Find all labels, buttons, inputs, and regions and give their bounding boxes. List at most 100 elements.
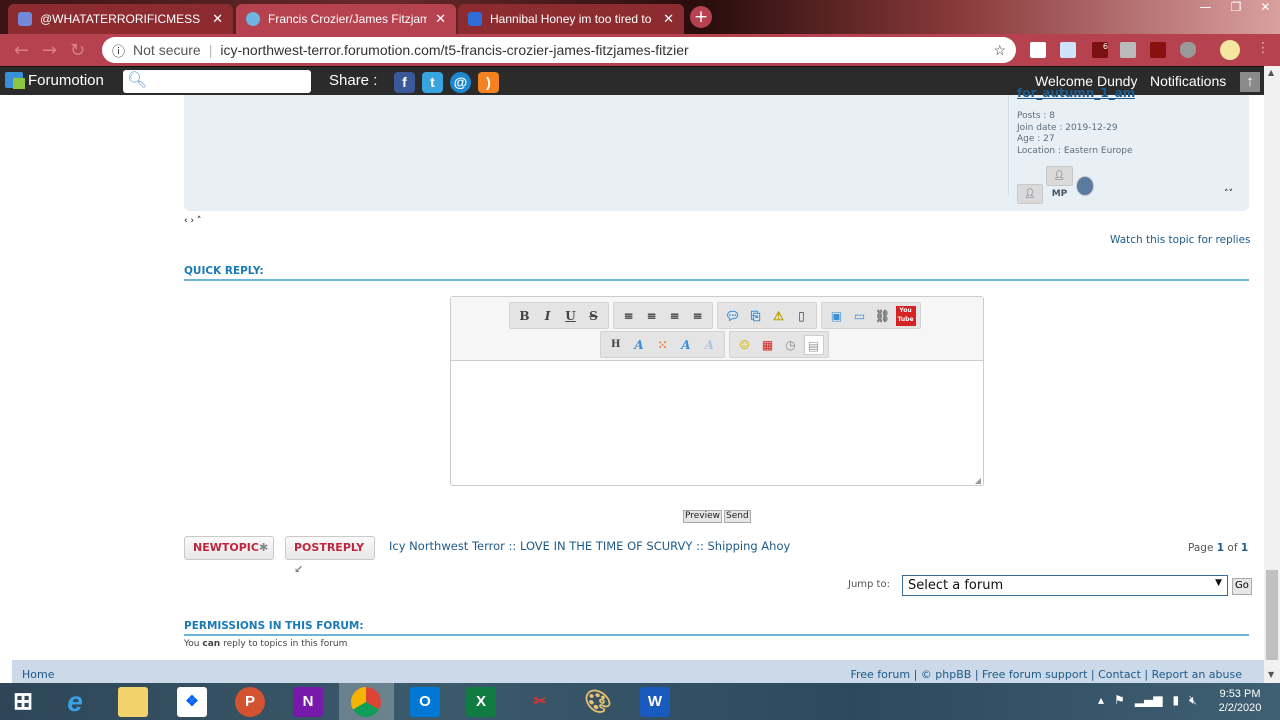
time-icon[interactable]: ◷: [781, 335, 801, 355]
menu-icon[interactable]: ⋮: [1256, 40, 1270, 56]
preview-button[interactable]: Preview: [683, 510, 723, 523]
rss-icon[interactable]: ): [478, 72, 499, 93]
heading-button[interactable]: H: [606, 335, 626, 355]
color-icon[interactable]: ⁙: [652, 335, 672, 355]
scroll-top-icon[interactable]: ↑: [1240, 72, 1260, 92]
paint-icon[interactable]: 🎨︎: [583, 687, 613, 717]
docs-icon[interactable]: [1060, 42, 1076, 58]
breadcrumb-item[interactable]: Icy Northwest Terror: [389, 539, 505, 553]
align-right-icon[interactable]: ≡: [665, 306, 685, 326]
forum-select[interactable]: Select a forum ▼: [902, 575, 1228, 596]
ublock-icon[interactable]: 6: [1092, 42, 1108, 58]
close-window-icon[interactable]: ✕: [1260, 0, 1270, 16]
underline-button[interactable]: U: [561, 306, 581, 326]
shield-icon[interactable]: [1180, 42, 1196, 58]
new-topic-button[interactable]: NEWTOPIC✱: [184, 536, 274, 560]
send-button[interactable]: Send: [724, 510, 751, 523]
new-tab-button[interactable]: +: [690, 6, 712, 28]
twitter-icon[interactable]: t: [422, 72, 443, 93]
tray-overflow-icon[interactable]: ▴: [1098, 693, 1104, 708]
clock[interactable]: 9:53 PM 2/2/2020: [1210, 687, 1270, 715]
welcome-user[interactable]: Welcome Dundy: [1035, 73, 1137, 89]
source-mode-icon[interactable]: ▤: [803, 334, 824, 355]
image-host-icon[interactable]: ▣: [827, 306, 847, 326]
font-icon[interactable]: A: [676, 335, 696, 355]
strikethrough-button[interactable]: S: [584, 306, 604, 326]
contact-link[interactable]: Contact: [1098, 668, 1141, 681]
honey-icon[interactable]: [1120, 42, 1136, 58]
snipping-tool-icon[interactable]: ✂: [525, 687, 555, 717]
bold-button[interactable]: B: [515, 306, 535, 326]
network-icon[interactable]: ▂▄▆: [1135, 693, 1163, 708]
italic-button[interactable]: I: [538, 306, 558, 326]
quote-icon[interactable]: 💬︎: [723, 306, 743, 326]
align-center-icon[interactable]: ≡: [642, 306, 662, 326]
breadcrumb-item[interactable]: Shipping Ahoy: [707, 539, 790, 553]
volume-muted-icon[interactable]: 🔇︎: [1189, 693, 1197, 708]
close-icon[interactable]: ✕: [212, 11, 223, 27]
code-icon[interactable]: ⎘: [746, 306, 766, 326]
smiley-icon[interactable]: ☺: [735, 335, 755, 355]
date-icon[interactable]: ▦: [758, 335, 778, 355]
remove-format-icon[interactable]: A: [699, 335, 719, 355]
post-author[interactable]: for_autumn_1_am: [1017, 88, 1135, 100]
website-button[interactable]: [1076, 176, 1094, 196]
info-icon[interactable]: ⓘ: [112, 41, 125, 60]
forward-icon[interactable]: →: [42, 40, 57, 61]
chrome-icon[interactable]: [351, 687, 381, 717]
post-reply-button[interactable]: POSTREPLY ↙: [285, 536, 375, 576]
home-link[interactable]: Home: [22, 668, 54, 681]
scroll-down-icon[interactable]: ▼: [1268, 670, 1274, 679]
windows-start-icon[interactable]: ⊞: [8, 687, 38, 717]
action-center-flag-icon[interactable]: ⚑: [1114, 693, 1125, 708]
go-button[interactable]: Go: [1232, 578, 1252, 595]
battery-icon[interactable]: ▮: [1172, 693, 1179, 708]
search-input[interactable]: 🔍︎: [123, 70, 311, 93]
youtube-icon[interactable]: You Tube: [895, 305, 916, 326]
onenote-icon[interactable]: N: [293, 687, 323, 717]
spoiler-icon[interactable]: ⚠: [769, 306, 789, 326]
excel-icon[interactable]: X: [466, 687, 496, 717]
scroll-up-icon[interactable]: ▲: [1268, 68, 1274, 77]
outlook-icon[interactable]: O: [410, 687, 440, 717]
topic-nav-arrows[interactable]: ‹ › ˄: [184, 216, 201, 226]
file-explorer-icon[interactable]: [118, 687, 148, 717]
font-size-icon[interactable]: A: [629, 335, 649, 355]
phpbb-link[interactable]: © phpBB: [921, 668, 972, 681]
restore-icon[interactable]: ❐: [1231, 0, 1242, 16]
profile-button[interactable]: 👤︎: [1017, 184, 1043, 204]
avatar[interactable]: [1220, 40, 1240, 60]
powerpoint-icon[interactable]: P: [235, 687, 265, 717]
scrollbar-thumb[interactable]: [1266, 570, 1278, 660]
message-textarea[interactable]: [451, 361, 983, 485]
reload-icon[interactable]: ↻: [70, 40, 85, 61]
tab-forum[interactable]: Francis Crozier/James Fitzjames ( ✕: [236, 4, 456, 34]
dropbox-icon[interactable]: ❖: [177, 687, 207, 717]
email-icon[interactable]: @: [450, 72, 471, 93]
link-icon[interactable]: ⛓: [873, 306, 893, 326]
justify-icon[interactable]: ≡: [688, 306, 708, 326]
report-abuse-link[interactable]: Report an abuse: [1152, 668, 1242, 681]
notifications-link[interactable]: Notifications: [1150, 73, 1226, 89]
breadcrumb-item[interactable]: LOVE IN THE TIME OF SCURVY: [520, 539, 692, 553]
internet-explorer-icon[interactable]: e: [60, 687, 90, 717]
minimize-icon[interactable]: —: [1200, 0, 1212, 16]
omnibox[interactable]: ⓘ Not secure | icy-northwest-terror.foru…: [102, 37, 1016, 63]
post-nav-arrows[interactable]: ˄˅: [1224, 189, 1233, 199]
free-forum-link[interactable]: Free forum: [850, 668, 910, 681]
word-icon[interactable]: W: [640, 687, 670, 717]
close-icon[interactable]: ✕: [435, 11, 446, 27]
url-text[interactable]: icy-northwest-terror.forumotion.com/t5-f…: [220, 42, 985, 58]
pm-button[interactable]: 👤︎MP: [1046, 166, 1073, 199]
support-link[interactable]: Free forum support: [982, 668, 1087, 681]
bookmark-star-icon[interactable]: ☆: [993, 42, 1006, 59]
close-icon[interactable]: ✕: [663, 11, 674, 27]
tab-discord[interactable]: @WHATATERRORIFICMESS ✕: [8, 4, 233, 34]
facebook-icon[interactable]: f: [394, 72, 415, 93]
watch-topic-link[interactable]: Watch this topic for replies: [1110, 234, 1251, 246]
align-left-icon[interactable]: ≡: [619, 306, 639, 326]
hide-icon[interactable]: ▯: [792, 306, 812, 326]
image-icon[interactable]: ▭: [850, 306, 870, 326]
scrollbar[interactable]: ▲ ▼: [1264, 66, 1280, 683]
extension-icon[interactable]: [1030, 42, 1046, 58]
